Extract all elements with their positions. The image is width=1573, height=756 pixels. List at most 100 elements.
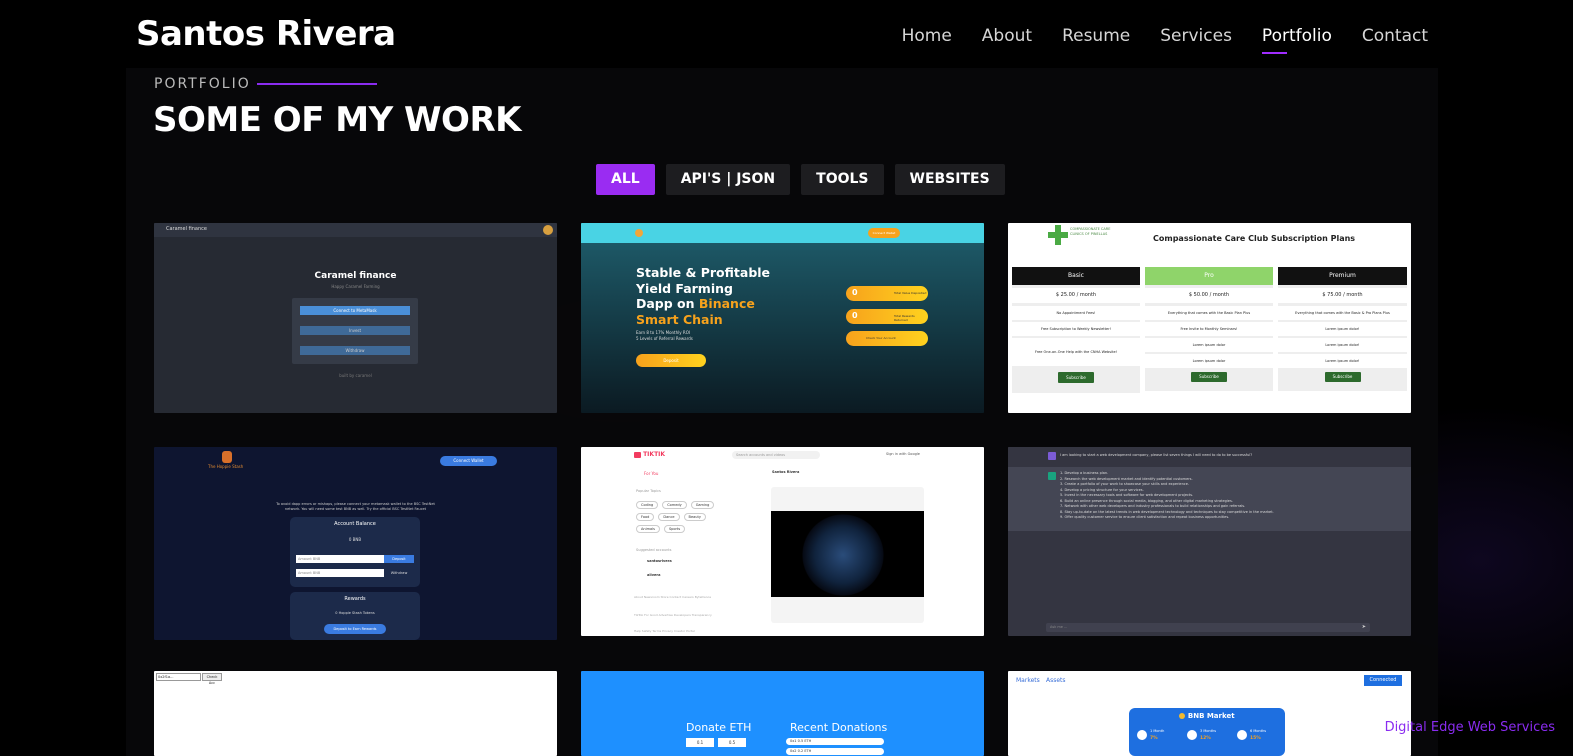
- tiktik-signin[interactable]: Sign in with Google: [886, 452, 920, 456]
- tiktik-footer-2: TikTok For Good Advertise Developers Tra…: [634, 613, 712, 617]
- plan-premium-name: Premium: [1278, 267, 1407, 285]
- caramel-subtitle: Happy Caramel Farming: [331, 284, 380, 289]
- hoppie-rewards-panel: Rewards 0 Hoppie Stash Tokens Deposit to…: [290, 592, 420, 640]
- wallet-address-input[interactable]: 0x2f1a...: [156, 673, 201, 681]
- tab-assets[interactable]: Assets: [1046, 677, 1066, 684]
- nav-portfolio[interactable]: Portfolio: [1261, 26, 1332, 54]
- site-logo[interactable]: Santos Rivera: [136, 14, 396, 54]
- deposit-button[interactable]: Deposit: [384, 555, 414, 563]
- topic-chip[interactable]: Sports: [663, 525, 686, 533]
- portfolio-item-wallet-tool[interactable]: 0x2f1a... Check Acc: [154, 671, 557, 756]
- nav-resume[interactable]: Resume: [1062, 26, 1130, 54]
- plan-basic-subscribe[interactable]: Subscribe: [1058, 372, 1094, 383]
- yield-logo-icon: [635, 229, 643, 237]
- portfolio-item-compassionate-care[interactable]: COMPASSIONATE CARE CLINICS OF PINELLAS C…: [1008, 223, 1411, 413]
- compassionate-logo-text: COMPASSIONATE CARE CLINICS OF PINELLAS: [1070, 227, 1111, 236]
- calendar-icon: [1137, 730, 1147, 740]
- plan-basic-row-1: No Appointment Fees!: [1012, 306, 1140, 320]
- yield-stat-1: 0 Total Value Deposited: [846, 286, 928, 301]
- portfolio-item-caramel-finance[interactable]: Caramel finance Caramel finance Happy Ca…: [154, 223, 557, 413]
- nav-about[interactable]: About: [982, 26, 1032, 54]
- tiktik-popular-heading: Popular Topics: [636, 489, 661, 493]
- yield-stat-1-label: Total Value Deposited: [894, 291, 927, 295]
- plan-pro-row-1: Everything that comes with the Basic Pla…: [1145, 306, 1273, 320]
- chat-answer: 1. Develop a business plan. 2. Research …: [1060, 471, 1390, 521]
- chat-question: I am looking to start a web development …: [1060, 453, 1253, 457]
- plan-pro-row-4: Lorem ipsum dolor: [1145, 354, 1273, 368]
- send-icon[interactable]: ➤: [1362, 624, 1366, 630]
- plan-premium-row-1: Everything that comes with the Basic & P…: [1278, 306, 1407, 320]
- withdraw-button[interactable]: Withdraw: [384, 569, 414, 577]
- bnb-market-title-text: BNB Market: [1187, 712, 1235, 720]
- hoppie-logo-icon: [222, 451, 232, 463]
- yield-line-1: Stable & Profitable: [636, 265, 771, 280]
- yield-line-3: Dapp on Binance: [636, 296, 770, 312]
- nav-home[interactable]: Home: [902, 26, 952, 54]
- bnb-market-card: BNB Market 1 Month 7% 3 Months 12% 6 Mon…: [1129, 708, 1285, 756]
- topic-chip[interactable]: Gaming: [690, 501, 715, 509]
- nav-contact[interactable]: Contact: [1362, 26, 1428, 54]
- connected-badge[interactable]: Connected: [1364, 675, 1402, 686]
- invest-button[interactable]: Invest: [300, 326, 410, 335]
- plan-premium: Premium $ 75.00 / month Everything that …: [1278, 267, 1407, 391]
- plan-premium-subscribe[interactable]: Subscribe: [1324, 372, 1361, 382]
- portfolio-item-chat-assistant[interactable]: I am looking to start a web development …: [1008, 447, 1411, 636]
- hoppie-connect-button[interactable]: Connect Wallet: [440, 456, 497, 466]
- tiktik-logo-icon: [634, 451, 641, 458]
- tiktik-search-input[interactable]: Search accounts and videos: [732, 451, 820, 459]
- tiktik-footer-1: About Newsroom Store Contact Careers Byt…: [634, 595, 712, 599]
- chat-input[interactable]: Ask me ... ➤: [1046, 623, 1370, 632]
- balance-value: 0 BNB: [348, 537, 362, 542]
- portfolio-item-hoppie-stash[interactable]: The Hoppie Stash Connect Wallet To avoid…: [154, 447, 557, 640]
- withdraw-amount-input[interactable]: Amount BNB: [296, 569, 384, 577]
- tab-markets[interactable]: Markets: [1016, 677, 1040, 684]
- donate-amount-2[interactable]: 0.5: [718, 738, 746, 747]
- tiktik-account-2[interactable]: alivera: [647, 573, 661, 577]
- topic-chip[interactable]: Animals: [636, 525, 660, 533]
- balance-title: Account Balance: [334, 521, 376, 527]
- check-account-button[interactable]: Check Acc: [202, 673, 222, 685]
- tiktik-account-1[interactable]: santosrivera: [647, 559, 672, 563]
- avatar-icon: [543, 225, 553, 235]
- footer-credit[interactable]: Digital Edge Web Services: [1385, 720, 1555, 735]
- nav-services[interactable]: Services: [1160, 26, 1232, 54]
- yield-line-2: Yield Farming: [636, 280, 733, 296]
- tiktik-footer-3: Help Safety Terms Privacy Creator Portal: [634, 629, 695, 633]
- filter-all[interactable]: ALL: [596, 164, 655, 195]
- portfolio-item-donate-eth[interactable]: Donate ETH Recent Donations 0.1 0.5 0x1 …: [581, 671, 984, 756]
- donations-heading: Recent Donations: [790, 721, 888, 734]
- topic-chip[interactable]: Dance: [658, 513, 680, 521]
- bank-icon: [1187, 730, 1197, 740]
- portfolio-item-yield-farming[interactable]: Connect Wallet Stable & Profitable Yield…: [581, 223, 984, 413]
- connect-metamask-button[interactable]: Connect to MetaMask: [300, 306, 410, 315]
- tiktik-foryou[interactable]: For You: [644, 471, 658, 476]
- plan-pro-subscribe[interactable]: Subscribe: [1191, 372, 1227, 382]
- yield-line-4: Smart Chain: [636, 311, 723, 327]
- section-label: PORTFOLIO: [154, 76, 251, 92]
- yield-header: Connect Wallet: [581, 223, 984, 243]
- bnb-stat-label: 1 Month: [1150, 729, 1165, 733]
- connect-wallet-button[interactable]: Connect Wallet: [868, 228, 900, 238]
- filter-tools[interactable]: TOOLS: [801, 164, 884, 195]
- portfolio-item-tiktik[interactable]: TIKTIK Search accounts and videos Sign i…: [581, 447, 984, 636]
- yield-small-1: Earn 8 to 17% Monthly ROI: [636, 330, 691, 335]
- filter-apis-json[interactable]: API'S | JSON: [665, 164, 791, 195]
- topic-chip[interactable]: Beauty: [683, 513, 706, 521]
- tiktik-post-user[interactable]: Santos Rivera: [772, 470, 799, 474]
- clock-icon: [1237, 730, 1247, 740]
- topic-chip[interactable]: Food: [636, 513, 655, 521]
- plan-basic-row-2: Free Subscription to Weekly Newsletter!: [1012, 322, 1140, 336]
- filter-websites[interactable]: WEBSITES: [894, 164, 1005, 195]
- caramel-form: Connect to MetaMask Invest Withdraw: [292, 298, 418, 364]
- rewards-button[interactable]: Deposit to Earn Rewards: [324, 624, 386, 634]
- yield-deposit-button[interactable]: Deposit: [636, 354, 706, 367]
- portfolio-item-bnb-market[interactable]: Markets Assets Connected BNB Market 1 Mo…: [1008, 671, 1411, 756]
- donate-amount-1[interactable]: 0.1: [686, 738, 714, 747]
- topic-chip[interactable]: Coding: [636, 501, 659, 509]
- yield-line-3b: Binance: [698, 296, 755, 311]
- withdraw-button[interactable]: Withdraw: [300, 346, 410, 355]
- topic-chip[interactable]: Comedy: [662, 501, 687, 509]
- deposit-amount-input[interactable]: Amount BNB: [296, 555, 384, 563]
- yield-stat-3[interactable]: Check Your Account: [846, 331, 928, 346]
- tiktik-video[interactable]: [771, 511, 924, 597]
